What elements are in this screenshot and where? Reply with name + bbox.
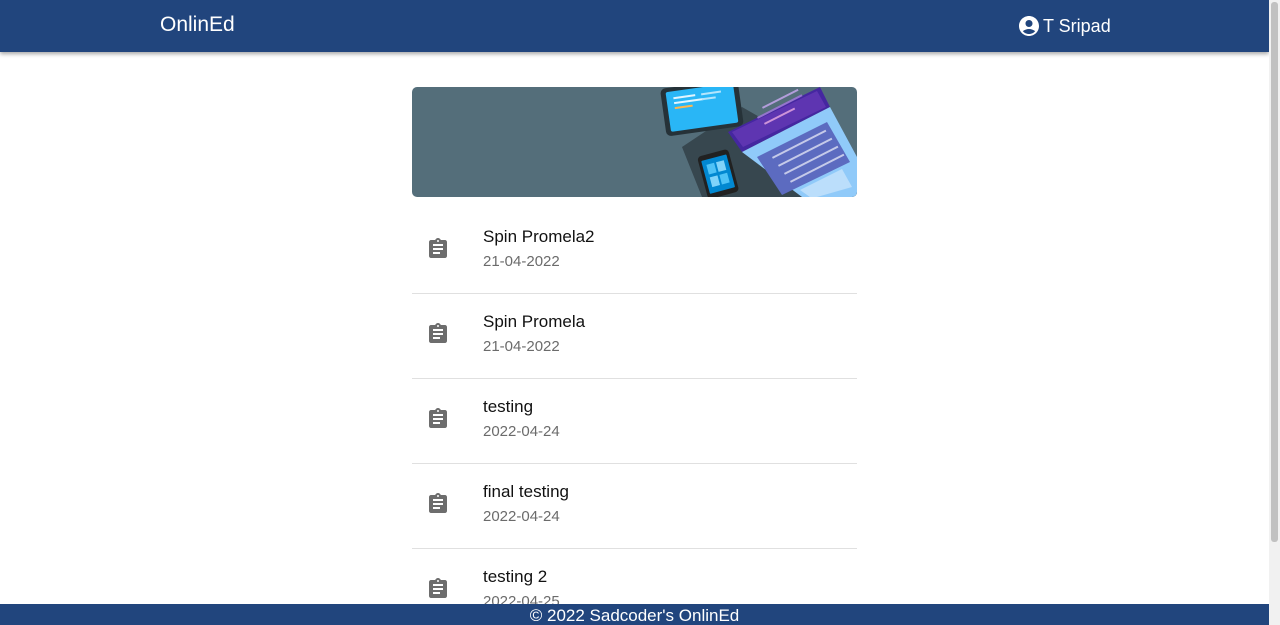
assignment-icon [429, 323, 447, 343]
assignment-title: final testing [483, 482, 569, 501]
list-item[interactable]: final testing 2022-04-24 [412, 464, 857, 549]
list-item[interactable]: testing 2022-04-24 [412, 379, 857, 464]
classroom-content: Spin Promela2 21-04-2022 Spin Promela 21… [412, 87, 857, 625]
assignment-title: testing 2 [483, 567, 548, 586]
assignment-icon [429, 578, 447, 598]
list-item[interactable]: Spin Promela 21-04-2022 [412, 294, 857, 379]
assignment-list: Spin Promela2 21-04-2022 Spin Promela 21… [412, 209, 857, 625]
assignment-title: testing [483, 397, 534, 416]
assignment-icon [429, 493, 447, 513]
user-menu-button[interactable]: T Sripad [1017, 14, 1111, 38]
assignment-icon [429, 238, 447, 258]
account-circle-icon [1019, 16, 1039, 36]
assignment-icon [429, 408, 447, 428]
app-bar: OnlinEd T Sripad [0, 0, 1269, 52]
user-name: T Sripad [1043, 15, 1111, 36]
class-banner [412, 87, 857, 197]
scrollbar-thumb[interactable] [1271, 2, 1278, 542]
assignment-date: 21-04-2022 [483, 338, 560, 355]
assignment-title: Spin Promela [483, 312, 586, 331]
footer-copyright: © 2022 Sadcoder's OnlinEd [529, 606, 740, 625]
list-item[interactable]: Spin Promela2 21-04-2022 [412, 209, 857, 294]
devices-illustration [660, 87, 857, 197]
page: OnlinEd T Sripad Spin Promela2 21-04-202… [0, 0, 1280, 625]
brand-title[interactable]: OnlinEd [160, 12, 235, 38]
footer: © 2022 Sadcoder's OnlinEd [0, 604, 1269, 625]
assignment-title: Spin Promela2 [483, 227, 595, 246]
assignment-date: 2022-04-24 [483, 423, 560, 440]
assignment-date: 2022-04-24 [483, 508, 560, 525]
vertical-scrollbar[interactable] [1269, 0, 1280, 625]
assignment-date: 21-04-2022 [483, 253, 560, 270]
